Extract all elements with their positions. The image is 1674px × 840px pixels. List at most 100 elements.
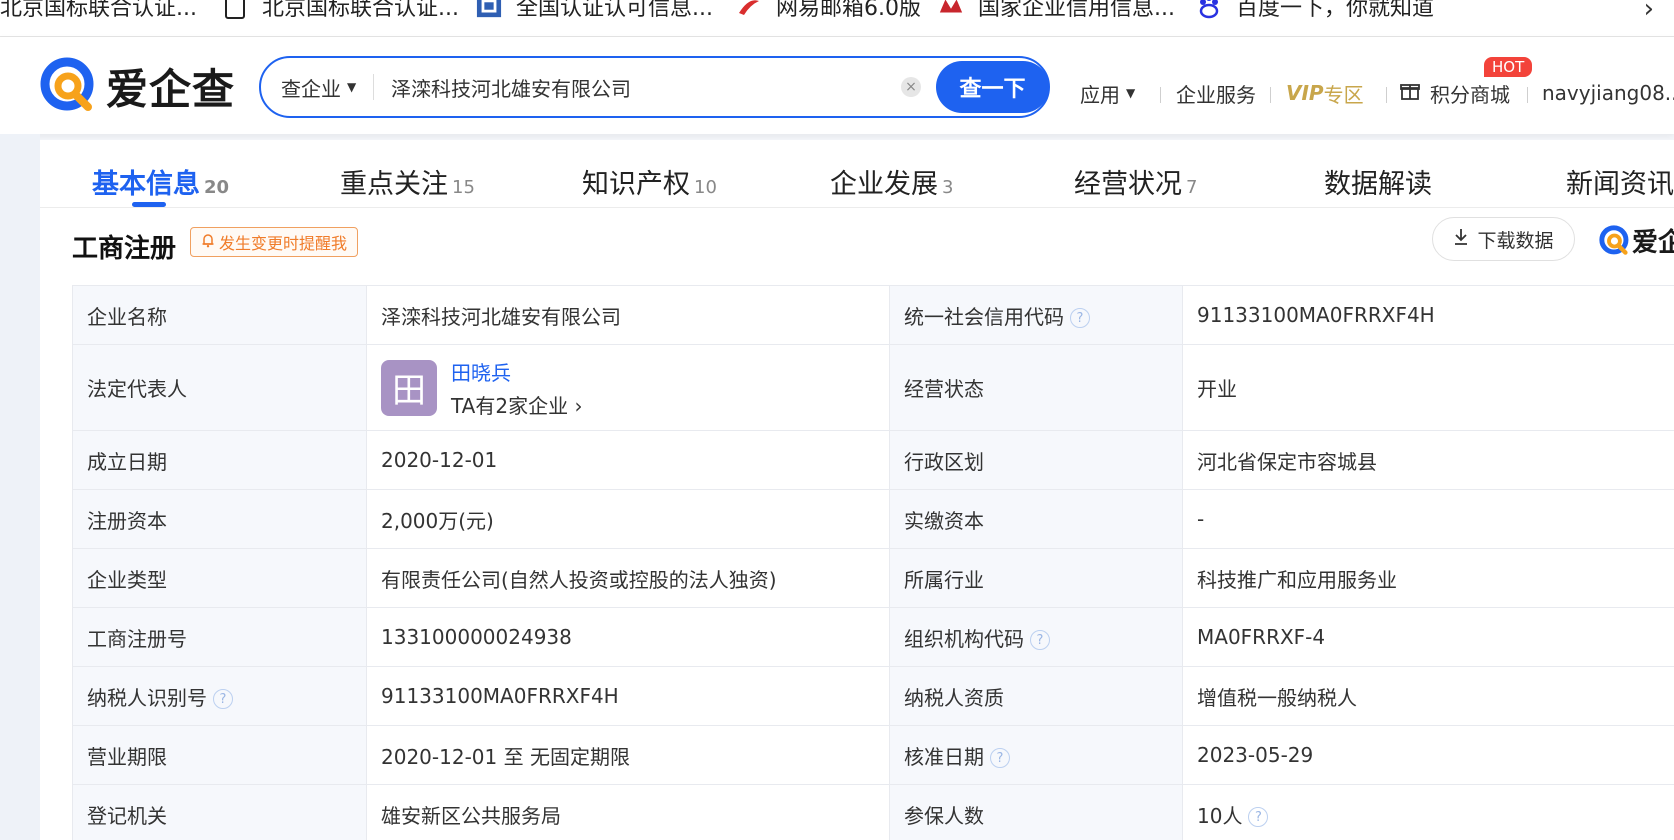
- legal-representative: 田 田晓兵 TA有2家企业 ›: [381, 357, 875, 419]
- download-label: 下载数据: [1477, 229, 1554, 252]
- divider: [1270, 87, 1271, 103]
- help-icon[interactable]: ?: [1070, 308, 1090, 328]
- field-label-text: 组织机构代码: [904, 626, 1024, 651]
- tab-ip[interactable]: 知识产权 10: [582, 162, 717, 201]
- help-icon[interactable]: ?: [1030, 630, 1050, 650]
- tab-operations[interactable]: 经营状况 7: [1074, 162, 1197, 201]
- field-value: 2023-05-29: [1182, 725, 1674, 785]
- vip-zone-label: 专区: [1323, 82, 1364, 107]
- field-label: 登记机关: [72, 784, 367, 840]
- field-label: 营业期限: [72, 725, 367, 785]
- bookmark-item[interactable]: 北京国标联合认证...: [222, 0, 459, 22]
- tab-label: 重点关注: [340, 169, 448, 200]
- nav-enterprise-service-label: 企业服务: [1176, 82, 1256, 107]
- field-label: 注册资本: [72, 489, 367, 549]
- main-content: 基本信息 20 重点关注 15 知识产权 10 企业发展 3 经营状况 7 数据解读 新闻…: [40, 140, 1674, 840]
- netease-icon: [736, 0, 762, 19]
- related-companies-label: TA有2家企业: [451, 393, 569, 418]
- caret-down-icon: ▼: [1126, 86, 1136, 100]
- table-row: 登记机关 雄安新区公共服务局 参保人数 10人?: [72, 784, 1674, 840]
- help-icon[interactable]: ?: [990, 748, 1010, 768]
- change-remind-button[interactable]: 发生变更时提醒我: [190, 227, 359, 257]
- field-value: 河北省保定市容城县: [1182, 430, 1674, 490]
- tab-basic-info[interactable]: 基本信息 20: [92, 162, 229, 201]
- baidu-icon: [1196, 0, 1222, 19]
- bookmark-label: 全国认证认可信息...: [516, 0, 713, 21]
- bookmark-label: 北京国标联合认证...: [262, 0, 459, 21]
- nav-vip-zone[interactable]: VIP 专区: [1286, 77, 1364, 109]
- bookmark-item[interactable]: 全国认证认可信息...: [476, 0, 713, 22]
- table-row: 营业期限 2020-12-01 至 无固定期限 核准日期? 2023-05-29: [72, 725, 1674, 785]
- tab-count: 20: [204, 177, 230, 198]
- section-title: 工商注册: [72, 234, 177, 264]
- tab-label: 数据解读: [1324, 169, 1432, 200]
- related-companies-link[interactable]: TA有2家企业 ›: [451, 390, 582, 419]
- tab-key-focus[interactable]: 重点关注 15: [340, 162, 475, 201]
- field-label: 统一社会信用代码?: [889, 285, 1183, 345]
- field-label: 纳税人识别号?: [72, 666, 367, 726]
- tab-development[interactable]: 企业发展 3: [830, 162, 953, 201]
- field-label: 实缴资本: [889, 489, 1183, 549]
- download-icon: [1453, 228, 1469, 251]
- bookmark-label: 国家企业信用信息...: [978, 0, 1175, 21]
- aiqicha-logo-icon: [1599, 224, 1629, 255]
- field-label: 组织机构代码?: [889, 607, 1183, 667]
- site-header: 爱企查 查企业 ▼ × 查一下 应用 ▼ 企业服务 VIP 专区 积分商城 HO…: [0, 37, 1674, 134]
- field-label: 企业类型: [72, 548, 367, 608]
- chevron-right-icon: ›: [574, 393, 583, 418]
- field-label: 成立日期: [72, 430, 367, 490]
- field-label: 企业名称: [72, 285, 367, 345]
- divider: [1160, 87, 1161, 103]
- help-icon[interactable]: ?: [213, 689, 233, 709]
- bell-icon: [201, 233, 215, 252]
- field-label: 行政区划: [889, 430, 1183, 490]
- field-label: 核准日期?: [889, 725, 1183, 785]
- field-value: 133100000024938: [366, 607, 890, 667]
- cnca-icon: [476, 0, 502, 19]
- field-value: 2020-12-01: [366, 430, 890, 490]
- bookmark-item[interactable]: 北京国标联合认证...: [0, 0, 197, 22]
- clear-icon[interactable]: ×: [901, 77, 921, 97]
- nav-points-mall[interactable]: 积分商城: [1400, 77, 1510, 109]
- bookmark-item[interactable]: 百度一下，你就知道: [1196, 0, 1434, 22]
- field-label: 工商注册号: [72, 607, 367, 667]
- bookmark-item[interactable]: 网易邮箱6.0版: [736, 0, 921, 22]
- help-icon[interactable]: ?: [1248, 807, 1269, 827]
- field-value: 科技推广和应用服务业: [1182, 548, 1674, 608]
- table-row: 工商注册号 133100000024938 组织机构代码? MA0FRRXF-4: [72, 607, 1674, 667]
- search-type-select[interactable]: 查企业 ▼: [281, 58, 356, 116]
- avatar[interactable]: 田: [381, 359, 437, 416]
- gift-icon: [1400, 81, 1420, 106]
- search-button[interactable]: 查一下: [936, 61, 1049, 113]
- divider: [373, 74, 374, 100]
- site-logo[interactable]: 爱企查: [38, 55, 235, 117]
- legal-representative-name[interactable]: 田晓兵: [451, 357, 582, 386]
- field-label: 法定代表人: [72, 344, 367, 431]
- table-row: 纳税人识别号? 91133100MA0FRRXF4H 纳税人资质 增值税一般纳税…: [72, 666, 1674, 726]
- tab-bar: 基本信息 20 重点关注 15 知识产权 10 企业发展 3 经营状况 7 数据解读 新闻…: [40, 140, 1674, 208]
- download-data-button[interactable]: 下载数据: [1432, 217, 1575, 261]
- logo-text: 爱企查: [106, 64, 236, 114]
- search-type-label: 查企业: [281, 76, 341, 101]
- bookmark-label: 北京国标联合认证...: [0, 0, 197, 21]
- field-value: 2020-12-01 至 无固定期限: [366, 725, 890, 785]
- nav-enterprise-service[interactable]: 企业服务: [1176, 77, 1256, 109]
- field-value: 91133100MA0FRRXF4H: [1182, 285, 1674, 345]
- field-value: 有限责任公司(自然人投资或控股的法人独资): [366, 548, 890, 608]
- field-label-text: 统一社会信用代码: [904, 304, 1064, 329]
- tab-data-analysis[interactable]: 数据解读: [1324, 162, 1432, 201]
- user-menu[interactable]: navyjiang08...: [1542, 77, 1674, 109]
- nav-points-mall-label: 积分商城: [1430, 82, 1510, 107]
- legal-representative-cell: 田 田晓兵 TA有2家企业 ›: [366, 344, 890, 431]
- active-tab-indicator: [132, 202, 166, 207]
- field-label: 经营状态: [889, 344, 1183, 431]
- field-value: MA0FRRXF-4: [1182, 607, 1674, 667]
- bookmark-item[interactable]: 国家企业信用信息...: [938, 0, 1175, 22]
- nav-apps[interactable]: 应用 ▼: [1080, 77, 1135, 109]
- tab-news[interactable]: 新闻资讯: [1566, 162, 1674, 201]
- field-label-text: 核准日期: [904, 744, 984, 769]
- tab-count: 3: [942, 177, 954, 198]
- chevron-right-icon[interactable]: ›: [1644, 0, 1654, 24]
- left-gutter: [0, 134, 40, 840]
- gsxt-icon: [938, 0, 964, 19]
